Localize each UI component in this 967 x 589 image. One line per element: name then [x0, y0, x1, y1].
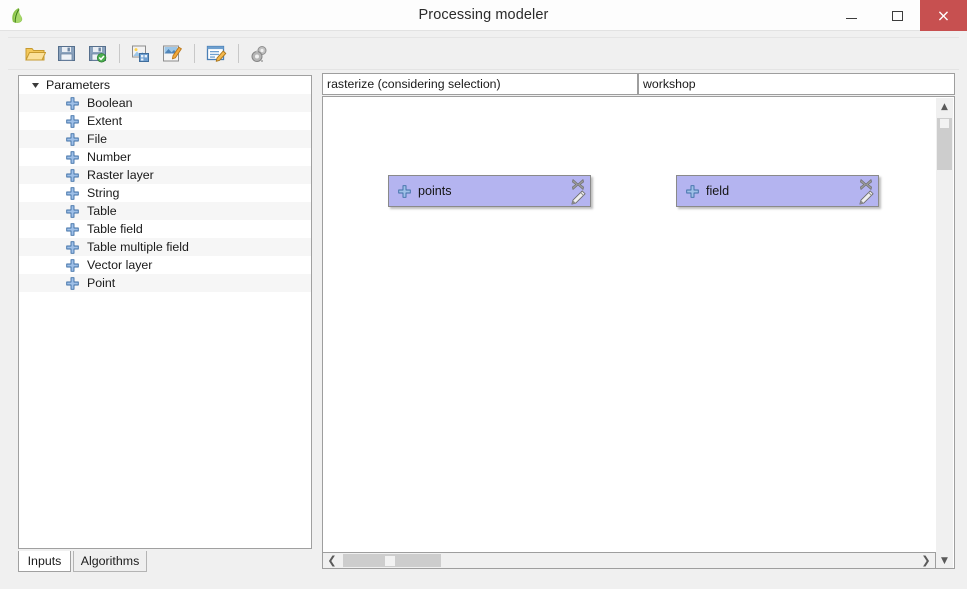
tab-label: Algorithms: [81, 554, 140, 568]
add-parameter-icon: [66, 97, 79, 110]
canvas-vertical-scrollbar[interactable]: ▲ ▼: [936, 98, 953, 569]
toolbar-separator: [238, 44, 239, 63]
tree-root-label: Parameters: [46, 76, 110, 94]
node-label: field: [706, 176, 729, 206]
open-model-button[interactable]: [20, 40, 50, 68]
tree-item-boolean[interactable]: Boolean: [19, 94, 311, 112]
add-parameter-icon: [66, 187, 79, 200]
run-model-button[interactable]: [245, 40, 275, 68]
processing-modeler-window: Processing modeler ×: [0, 0, 967, 589]
export-image-button[interactable]: [126, 40, 156, 68]
tree-item-table-multiple-field[interactable]: Table multiple field: [19, 238, 311, 256]
tree-item-label: Table multiple field: [87, 238, 189, 256]
edit-help-icon: [206, 44, 227, 63]
add-parameter-icon: [66, 259, 79, 272]
tree-item-label: Point: [87, 274, 115, 292]
folder-open-icon: [25, 44, 46, 63]
maximize-icon: [892, 11, 903, 21]
inputs-tree-panel[interactable]: Parameters Boolean Extent File: [18, 75, 312, 549]
model-canvas-frame: points field: [322, 96, 955, 569]
model-group-input[interactable]: workshop: [638, 73, 955, 95]
tree-item-label: Extent: [87, 112, 122, 130]
export-image-icon: [131, 44, 152, 63]
add-parameter-icon: [66, 115, 79, 128]
export-pdf-icon: [162, 44, 183, 63]
vertical-scroll-grip: [940, 119, 949, 128]
save-model-button[interactable]: [51, 40, 81, 68]
model-editor-area: rasterize (considering selection) worksh…: [322, 73, 955, 569]
add-parameter-icon: [66, 223, 79, 236]
save-floppy-icon: [57, 44, 76, 63]
run-gears-icon: [250, 44, 270, 63]
add-parameter-icon: [686, 185, 699, 198]
model-name-input[interactable]: rasterize (considering selection): [322, 73, 638, 95]
save-as-floppy-icon: [88, 44, 107, 63]
model-node-field[interactable]: field: [676, 175, 879, 207]
minimize-button[interactable]: [828, 0, 874, 31]
pencil-edit-icon[interactable]: [858, 190, 874, 205]
close-icon: ×: [937, 8, 950, 24]
edit-help-button[interactable]: [201, 40, 231, 68]
tree-item-label: Raster layer: [87, 166, 154, 184]
add-parameter-icon: [398, 185, 411, 198]
tree-item-label: Vector layer: [87, 256, 152, 274]
tab-inputs[interactable]: Inputs: [18, 551, 71, 572]
maximize-button[interactable]: [874, 0, 920, 31]
tree-item-label: Table field: [87, 220, 143, 238]
tree-item-raster-layer[interactable]: Raster layer: [19, 166, 311, 184]
pencil-edit-icon[interactable]: [570, 190, 586, 205]
title-bar: Processing modeler ×: [0, 0, 967, 31]
toolbar-separator: [194, 44, 195, 63]
add-parameter-icon: [66, 277, 79, 290]
tab-algorithms[interactable]: Algorithms: [73, 551, 147, 572]
scroll-right-arrow-icon[interactable]: ❯: [918, 553, 934, 568]
close-button[interactable]: ×: [920, 0, 967, 31]
tree-item-table-field[interactable]: Table field: [19, 220, 311, 238]
scroll-down-arrow-icon[interactable]: ▼: [936, 552, 953, 569]
qgis-leaf-logo-icon: [9, 6, 28, 25]
parameters-tree: Parameters Boolean Extent File: [19, 76, 311, 292]
tree-item-file[interactable]: File: [19, 130, 311, 148]
tree-item-label: File: [87, 130, 107, 148]
main-toolbar: [8, 37, 959, 70]
tree-item-label: Number: [87, 148, 131, 166]
tree-item-point[interactable]: Point: [19, 274, 311, 292]
export-pdf-button[interactable]: [157, 40, 187, 68]
panel-tabbar: Inputs Algorithms: [18, 551, 312, 572]
page-title: Processing modeler: [0, 0, 967, 31]
add-parameter-icon: [66, 151, 79, 164]
add-parameter-icon: [66, 241, 79, 254]
scroll-left-arrow-icon[interactable]: ❮: [324, 553, 340, 568]
add-parameter-icon: [66, 169, 79, 182]
model-node-points[interactable]: points: [388, 175, 591, 207]
canvas-horizontal-scrollbar[interactable]: ❮ ❯: [322, 552, 936, 569]
add-parameter-icon: [66, 133, 79, 146]
toolbar-separator: [119, 44, 120, 63]
tree-root-parameters[interactable]: Parameters: [19, 76, 311, 94]
add-parameter-icon: [66, 205, 79, 218]
tree-item-label: Table: [87, 202, 117, 220]
tree-item-extent[interactable]: Extent: [19, 112, 311, 130]
tree-item-string[interactable]: String: [19, 184, 311, 202]
minimize-icon: [846, 18, 857, 19]
tree-item-label: String: [87, 184, 119, 202]
tab-label: Inputs: [28, 554, 62, 568]
tree-item-label: Boolean: [87, 94, 132, 112]
tree-item-table[interactable]: Table: [19, 202, 311, 220]
model-canvas[interactable]: points field: [323, 97, 938, 552]
tree-item-number[interactable]: Number: [19, 148, 311, 166]
node-label: points: [418, 176, 452, 206]
scroll-up-arrow-icon[interactable]: ▲: [936, 98, 953, 115]
horizontal-scroll-grip: [385, 556, 395, 566]
save-model-as-button[interactable]: [82, 40, 112, 68]
triangle-expanded-icon[interactable]: [29, 79, 41, 91]
tree-item-vector-layer[interactable]: Vector layer: [19, 256, 311, 274]
